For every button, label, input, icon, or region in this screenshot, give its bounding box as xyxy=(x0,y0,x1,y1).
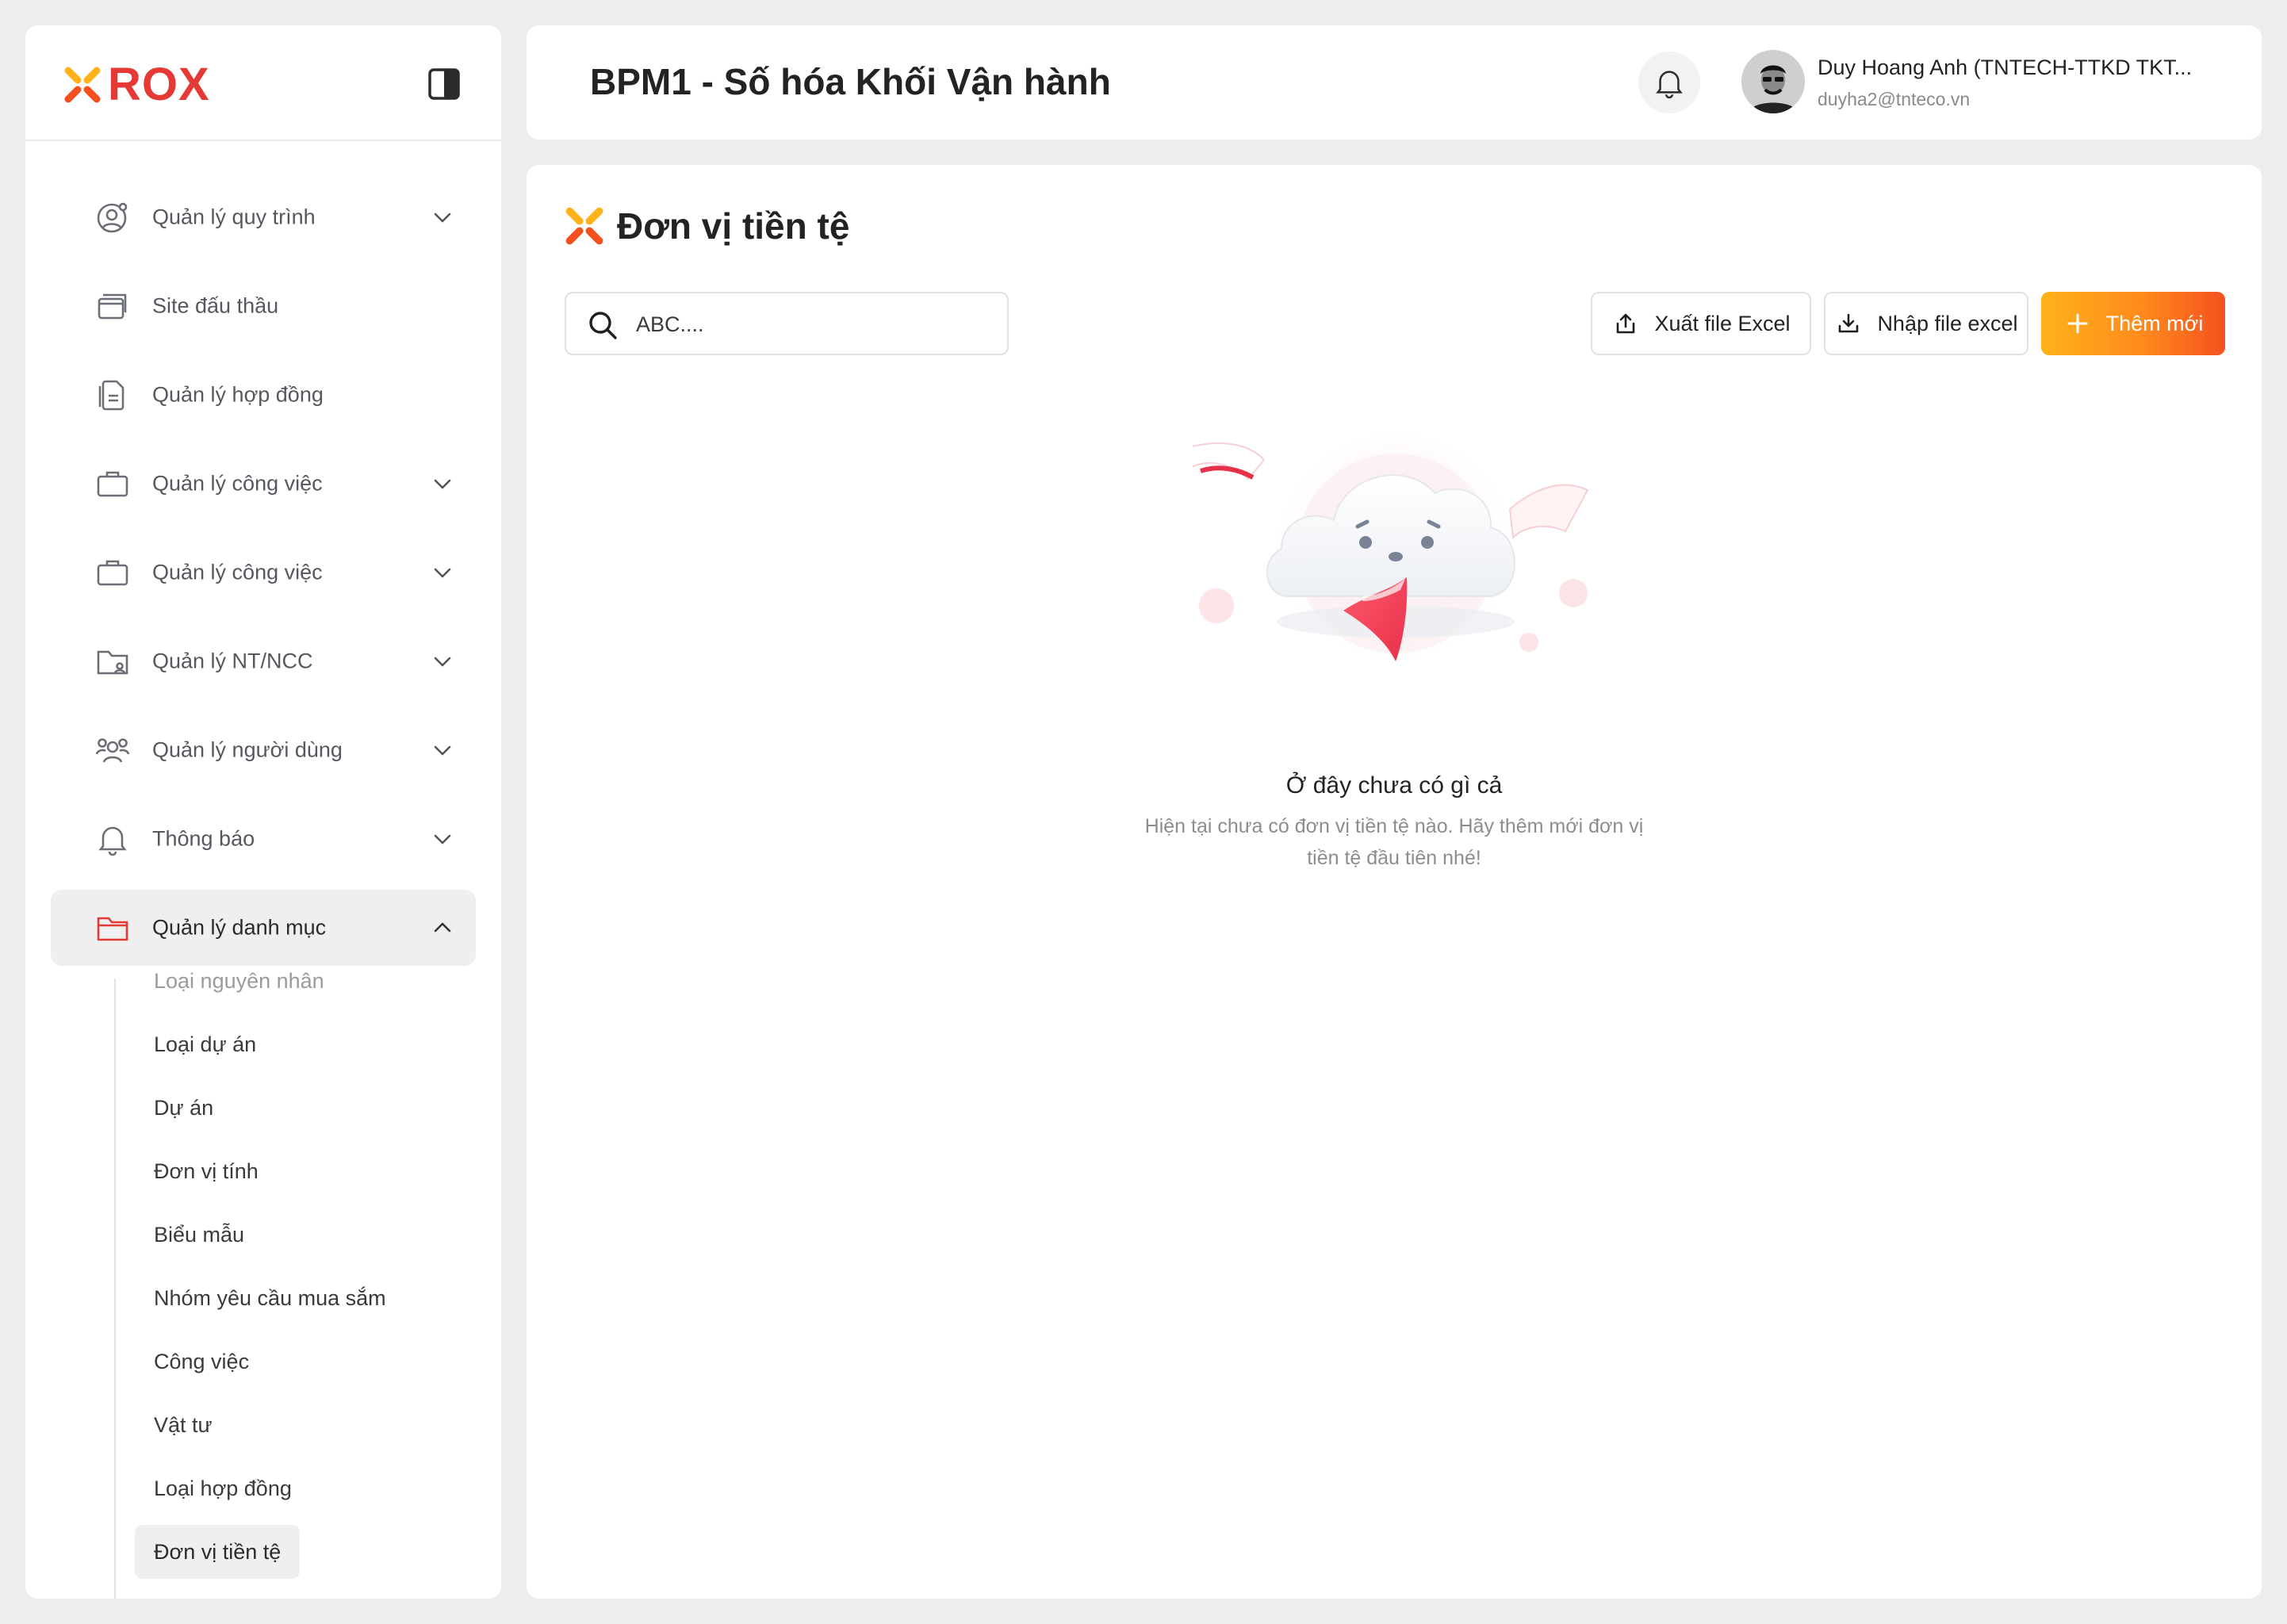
sidebar-item-label: Quản lý hợp đồng xyxy=(152,382,324,407)
sidebar-item-label: Thông báo xyxy=(152,826,255,851)
rox-x-icon xyxy=(64,67,101,103)
documents-icon xyxy=(95,377,130,412)
sidebar-item-label: Quản lý quy trình xyxy=(152,205,316,229)
submenu-item-loai-hop-dong[interactable]: Loại hợp đồng xyxy=(135,1461,311,1515)
sidebar-item-cong-viec-2[interactable]: Quản lý công việc xyxy=(51,534,476,611)
submenu-item-cong-viec[interactable]: Công việc xyxy=(135,1335,268,1388)
add-new-label: Thêm mới xyxy=(2105,311,2204,335)
sidebar: ROX Quản lý quy trình Site đấu thầu Quản… xyxy=(25,25,501,1599)
logo-text: ROX xyxy=(108,59,210,110)
user-email: duyha2@tnteco.vn xyxy=(1818,89,1971,109)
rox-x-icon xyxy=(565,207,603,245)
users-icon xyxy=(95,733,130,768)
sidebar-item-hop-dong[interactable]: Quản lý hợp đồng xyxy=(51,357,476,433)
sidebar-item-nguoi-dung[interactable]: Quản lý người dùng xyxy=(51,712,476,788)
add-new-button[interactable]: Thêm mới xyxy=(2041,292,2225,355)
submenu-item-don-vi-tinh[interactable]: Đơn vị tính xyxy=(135,1144,278,1198)
windows-icon xyxy=(95,289,130,324)
collapse-sidebar-button[interactable] xyxy=(425,65,463,103)
submenu-item-loai-nguyen-nhan[interactable]: Loại nguyên nhân xyxy=(135,954,343,1008)
notification-button[interactable] xyxy=(1638,52,1700,113)
sidebar-item-quy-trinh[interactable]: Quản lý quy trình xyxy=(51,179,476,255)
user-settings-icon xyxy=(95,200,130,235)
sidebar-item-label: Quản lý danh mục xyxy=(152,915,327,940)
folder-icon xyxy=(95,910,130,945)
page-title: Đơn vị tiền tệ xyxy=(617,205,850,247)
export-excel-label: Xuất file Excel xyxy=(1654,311,1791,335)
submenu-item-du-an[interactable]: Dự án xyxy=(135,1081,232,1135)
top-bar: BPM1 - Số hóa Khối Vận hành Duy Hoang An… xyxy=(527,25,2262,140)
sidebar-item-label: Quản lý công việc xyxy=(152,560,323,584)
briefcase-icon xyxy=(95,466,130,501)
import-excel-label: Nhập file excel xyxy=(1877,311,2018,335)
sidebar-header: ROX xyxy=(25,25,501,141)
sidebar-item-thong-bao[interactable]: Thông báo xyxy=(51,801,476,877)
sidebar-item-label: Quản lý công việc xyxy=(152,471,323,496)
chevron-down-icon xyxy=(428,558,457,587)
main-panel: Đơn vị tiền tệ Xuất file Excel Nhập file… xyxy=(527,165,2262,1599)
submenu-item-bieu-mau[interactable]: Biểu mẫu xyxy=(135,1208,263,1262)
sidebar-toggle-icon xyxy=(428,68,460,100)
plus-icon xyxy=(2063,309,2092,338)
sidebar-item-site-dau-thau[interactable]: Site đấu thầu xyxy=(51,268,476,344)
submenu-item-don-vi-tien-te[interactable]: Đơn vị tiền tệ xyxy=(135,1525,301,1579)
user-photo-icon xyxy=(1741,50,1805,113)
page-heading: Đơn vị tiền tệ xyxy=(563,205,849,247)
chevron-down-icon xyxy=(428,647,457,676)
search-input[interactable] xyxy=(636,304,985,344)
submenu-item-vat-tu[interactable]: Vật tư xyxy=(135,1398,232,1452)
submenu-item-loai-du-an[interactable]: Loại dự án xyxy=(135,1017,275,1071)
sidebar-item-label: Quản lý NT/NCC xyxy=(152,649,313,673)
sidebar-item-cong-viec-1[interactable]: Quản lý công việc xyxy=(51,446,476,522)
empty-state-description: Hiện tại chưa có đơn vị tiền tệ nào. Hãy… xyxy=(1144,815,1644,869)
empty-cloud-illustration xyxy=(1193,435,1589,672)
chevron-down-icon xyxy=(428,825,457,853)
sidebar-item-label: Quản lý người dùng xyxy=(152,737,343,762)
export-excel-button[interactable]: Xuất file Excel xyxy=(1591,292,1811,355)
user-name[interactable]: Duy Hoang Anh (TNTECH-TTKD TKT... xyxy=(1818,56,2190,80)
bell-icon xyxy=(95,822,130,856)
bell-icon xyxy=(1656,71,1683,98)
briefcase-icon xyxy=(95,555,130,590)
app-title: BPM1 - Số hóa Khối Vận hành xyxy=(590,61,1111,102)
chevron-up-icon xyxy=(428,914,457,942)
submenu-item-nhom-yeu-cau[interactable]: Nhóm yêu cầu mua sắm xyxy=(135,1271,405,1325)
chevron-down-icon xyxy=(428,469,457,498)
logo[interactable]: ROX xyxy=(62,60,210,109)
export-icon xyxy=(1611,309,1640,338)
chevron-down-icon xyxy=(428,203,457,232)
folder-user-icon xyxy=(95,644,130,679)
import-icon xyxy=(1834,309,1863,338)
sidebar-item-nt-ncc[interactable]: Quản lý NT/NCC xyxy=(51,623,476,699)
import-excel-button[interactable]: Nhập file excel xyxy=(1824,292,2028,355)
search-icon xyxy=(589,312,617,339)
empty-state-title: Ở đây chưa có gì cả xyxy=(1285,772,1503,799)
search-field[interactable] xyxy=(565,292,1009,355)
avatar[interactable] xyxy=(1741,50,1805,113)
submenu-divider xyxy=(114,979,116,1599)
chevron-down-icon xyxy=(428,736,457,764)
sidebar-item-label: Site đấu thầu xyxy=(152,293,279,318)
